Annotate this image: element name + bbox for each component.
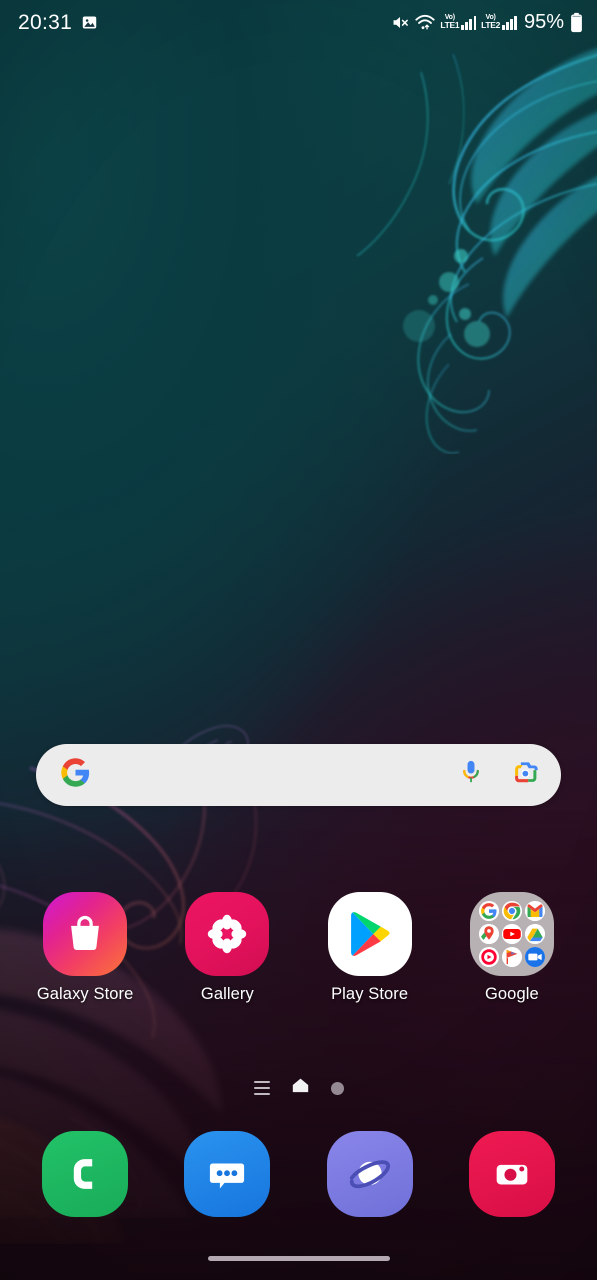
gmail-mini-icon <box>525 901 546 922</box>
home-screen-app-grid: Galaxy Store Gallery Play Store Google <box>0 892 597 1032</box>
microphone-icon[interactable] <box>459 759 483 791</box>
dock-item-camera[interactable] <box>441 1128 583 1220</box>
app-label-gallery: Gallery <box>200 985 254 1003</box>
google-search-mini-icon <box>478 901 499 922</box>
galaxy-store-icon[interactable] <box>43 892 128 976</box>
sim1-tech-label: Vo) LTE1 <box>440 14 459 30</box>
dock-item-phone[interactable] <box>14 1128 156 1220</box>
search-actions <box>459 759 539 791</box>
samsung-internet-icon[interactable] <box>326 1131 413 1217</box>
app-item-play-store[interactable]: Play Store <box>299 892 441 1032</box>
battery-icon <box>570 12 583 33</box>
app-label-play-store: Play Store <box>331 985 409 1003</box>
status-bar-right: Vo) LTE1 Vo) LTE2 95% <box>391 11 583 34</box>
status-bar-left: 20:31 <box>18 12 98 33</box>
google-search-bar[interactable] <box>36 744 561 806</box>
meet-mini-icon <box>525 946 546 967</box>
sim1-signal-bars <box>461 15 477 30</box>
status-bar[interactable]: 20:31 Vo) LTE1 Vo) LTE2 95% <box>0 0 597 44</box>
page-indicator <box>0 1076 597 1100</box>
play-store-icon[interactable] <box>327 892 412 976</box>
page-dot[interactable] <box>330 1081 344 1095</box>
app-label-galaxy-store: Galaxy Store <box>36 985 134 1003</box>
maps-mini-icon <box>478 923 499 944</box>
status-bar-clock: 20:31 <box>18 10 73 34</box>
play-movies-mini-icon <box>501 946 522 967</box>
dock-item-messages[interactable] <box>156 1128 298 1220</box>
drive-mini-icon <box>525 923 546 944</box>
sim2-volte-bottom: LTE2 <box>481 20 501 31</box>
app-label-google-folder: Google <box>484 985 539 1003</box>
sim2-signal-bars <box>502 15 517 30</box>
battery-percent-label: 95% <box>523 10 564 33</box>
google-g-logo <box>60 757 91 793</box>
search-input[interactable] <box>91 744 459 806</box>
google-folder-grid <box>469 892 554 976</box>
sim2-tech-label: Vo) LTE2 <box>481 14 500 30</box>
samsung-free-lines-icon[interactable] <box>253 1080 270 1096</box>
google-lens-camera-icon[interactable] <box>511 760 539 790</box>
mute-icon <box>391 13 410 32</box>
image-notification-icon <box>81 14 98 31</box>
app-item-galaxy-store[interactable]: Galaxy Store <box>14 892 156 1032</box>
camera-icon[interactable] <box>468 1131 555 1217</box>
chrome-mini-icon <box>501 901 522 922</box>
phone-icon[interactable] <box>42 1131 129 1217</box>
app-item-google-folder[interactable]: Google <box>441 892 583 1032</box>
app-item-gallery[interactable]: Gallery <box>156 892 298 1032</box>
messages-icon[interactable] <box>184 1131 271 1217</box>
youtube-mini-icon <box>501 923 522 944</box>
gesture-navigation-pill[interactable] <box>207 1255 390 1261</box>
home-page-icon[interactable] <box>292 1078 309 1098</box>
gallery-icon[interactable] <box>185 892 270 976</box>
sim1-signal: Vo) LTE1 <box>440 14 477 30</box>
google-folder[interactable] <box>469 892 554 976</box>
navigation-bar <box>0 1236 597 1280</box>
dock-item-samsung-internet[interactable] <box>299 1128 441 1220</box>
sim2-signal: Vo) LTE2 <box>481 14 517 30</box>
dock <box>0 1128 597 1220</box>
sim1-volte-bottom: LTE1 <box>440 20 460 31</box>
wifi-icon <box>415 14 435 31</box>
youtube-music-mini-icon <box>478 946 499 967</box>
